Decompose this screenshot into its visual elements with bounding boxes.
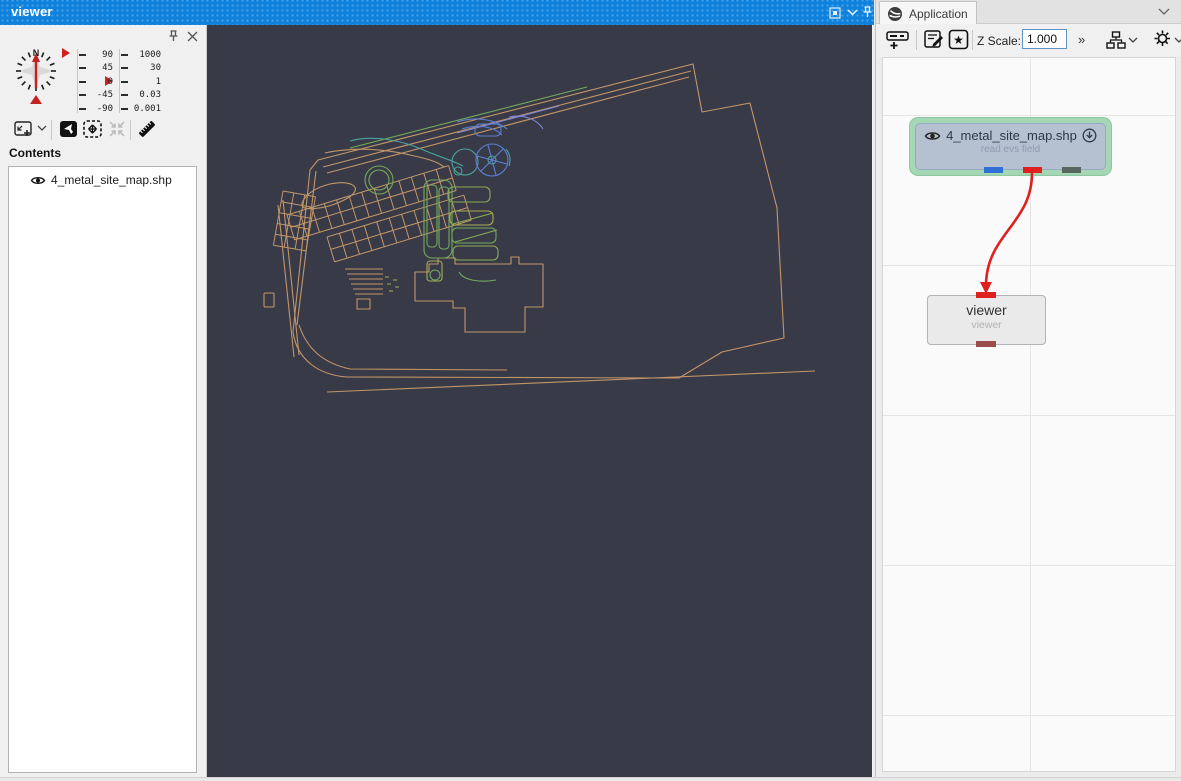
add-view-chevron-icon[interactable]	[37, 125, 47, 132]
map-viewport[interactable]	[207, 25, 872, 777]
zoom-scale-track	[119, 49, 120, 113]
settings-gear-icon[interactable]	[1152, 28, 1173, 49]
globe-icon	[887, 6, 903, 22]
toolbar-separator	[130, 120, 131, 140]
viewer-titlebar[interactable]: viewer	[0, 0, 874, 25]
node-eye-icon[interactable]	[924, 130, 941, 142]
contents-header: Contents	[9, 146, 61, 160]
output-port-blue[interactable]	[984, 167, 1003, 173]
network-chevron-icon[interactable]	[1128, 37, 1138, 44]
output-port-gray[interactable]	[1062, 167, 1081, 173]
output-port-red[interactable]	[1023, 167, 1042, 173]
z-scale-label: Z Scale:	[977, 34, 1021, 48]
network-layout-icon[interactable]	[1106, 31, 1126, 50]
north-label: N	[33, 48, 40, 58]
viewer-input-port[interactable]	[976, 292, 996, 298]
contents-list[interactable]: 4_metal_site_map.shp	[8, 166, 197, 773]
normalize-view-icon[interactable]	[59, 119, 79, 139]
viewer-sidebar: N 90 45 0 -45 -90 1000 30 1 0.03 0.001	[0, 25, 207, 777]
toolbar-separator	[51, 120, 52, 140]
ruler-icon[interactable]	[135, 117, 159, 141]
node-viewer[interactable]: viewer viewer	[927, 295, 1046, 345]
node-subtitle: read evs field	[916, 144, 1105, 155]
pin-icon[interactable]	[861, 5, 875, 19]
visibility-eye-icon[interactable]	[30, 175, 46, 186]
toolbar-separator	[916, 30, 917, 50]
status-bar	[0, 777, 1181, 781]
network-canvas[interactable]: 4_metal_site_map.shp read evs field view…	[882, 57, 1176, 772]
viewer-window: viewer N	[0, 0, 874, 781]
panel-chevron-icon[interactable]	[1158, 8, 1170, 16]
toolbar-separator	[972, 30, 973, 50]
node-title: viewer	[928, 302, 1045, 318]
site-map-svg	[207, 25, 872, 777]
favorites-icon[interactable]: ★	[948, 29, 969, 50]
edit-notes-icon[interactable]	[923, 29, 945, 50]
connection-wire	[986, 173, 1032, 286]
add-module-icon[interactable]	[886, 29, 910, 51]
application-toolbar: ★ Z Scale: »	[876, 24, 1181, 57]
viewer-toolbar	[0, 117, 207, 143]
fit-view-icon[interactable]	[83, 119, 103, 139]
zoom-scale[interactable]: 1000 30 1 0.03 0.001	[121, 48, 161, 116]
settings-chevron-icon[interactable]	[1174, 37, 1181, 44]
list-item-label: 4_metal_site_map.shp	[51, 173, 172, 187]
window-title: viewer	[11, 4, 53, 19]
collapse-view-icon	[107, 119, 127, 139]
elevation-scale-track	[77, 49, 78, 113]
chevron-down-icon[interactable]	[846, 8, 860, 22]
compass-widget[interactable]: N	[10, 43, 64, 107]
tab-application[interactable]: Application	[879, 1, 977, 25]
viewer-output-port[interactable]	[976, 341, 996, 347]
tab-label: Application	[909, 7, 968, 21]
node-subtitle: viewer	[928, 319, 1045, 331]
elevation-scale[interactable]: 90 45 0 -45 -90	[79, 48, 113, 116]
list-item[interactable]: 4_metal_site_map.shp	[9, 167, 196, 187]
more-options-button[interactable]: »	[1078, 32, 1084, 47]
elevation-marker[interactable]	[62, 48, 70, 58]
palette-pin-icon[interactable]	[167, 29, 180, 43]
add-view-icon[interactable]	[13, 119, 35, 139]
node-download-icon[interactable]	[1082, 128, 1097, 143]
tab-bar: Application	[876, 0, 1181, 24]
restore-icon[interactable]	[828, 6, 842, 20]
node-title: 4_metal_site_map.shp	[946, 128, 1077, 143]
application-panel: Application ★ Z Scale: »	[875, 0, 1181, 781]
z-scale-input[interactable]	[1022, 29, 1067, 49]
node-read-evs-field[interactable]: 4_metal_site_map.shp read evs field	[909, 117, 1112, 176]
compass-south-marker	[30, 95, 42, 104]
svg-text:★: ★	[953, 33, 964, 47]
palette-close-icon[interactable]	[186, 30, 199, 44]
